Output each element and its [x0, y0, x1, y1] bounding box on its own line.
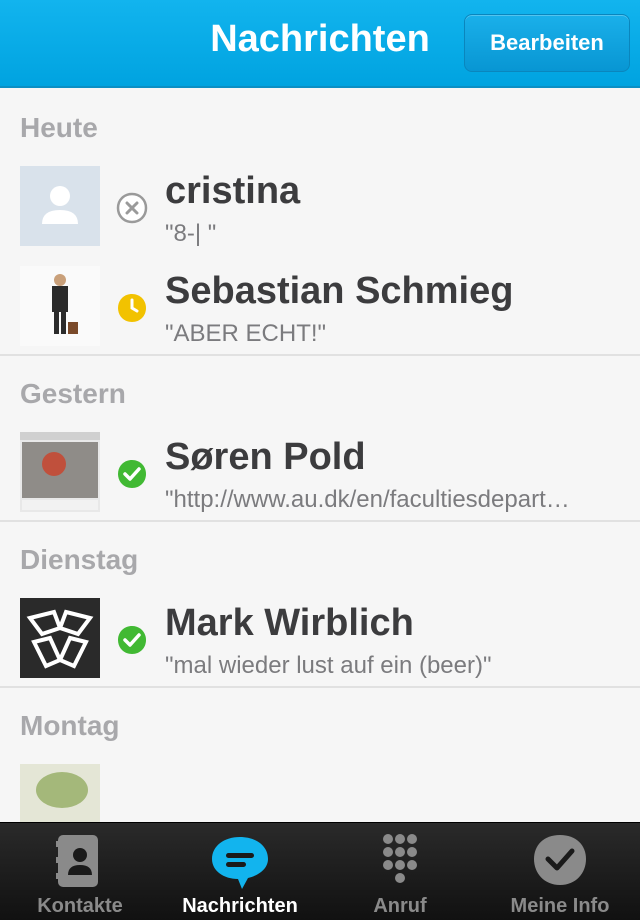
section-header: Heute: [20, 112, 98, 143]
last-message: "http://www.au.dk/en/facultiesdepart…: [165, 486, 570, 513]
online-status-icon: [118, 460, 146, 488]
conversation-row-mark-wirblich[interactable]: Mark Wirblich "mal wieder lust auf ein (…: [0, 586, 640, 686]
tab-label: Anruf: [373, 895, 427, 917]
avatar: [20, 166, 100, 246]
chat-bubble-icon: [212, 837, 268, 889]
tab-label: Meine Info: [510, 895, 610, 917]
section-header: Montag: [20, 710, 120, 741]
contact-name: Sebastian Schmieg: [165, 270, 514, 312]
conversation-row-soren-pold[interactable]: Søren Pold "http://www.au.dk/en/facultie…: [0, 420, 640, 520]
section-header: Gestern: [20, 378, 126, 409]
tab-contacts[interactable]: Kontakte: [0, 823, 160, 920]
contact-name: cristina: [165, 170, 301, 212]
contact-name: Søren Pold: [165, 436, 366, 478]
last-message: "8-| ": [165, 220, 217, 247]
photo-avatar: [20, 432, 100, 512]
avatar: [20, 598, 100, 678]
dialpad-icon: [383, 834, 417, 883]
nav-bar: Nachrichten Bearbeiten: [0, 0, 640, 88]
default-avatar-icon: [20, 166, 100, 246]
section-today: Heute cristina "8-| " Sebastian Schmieg …: [0, 90, 640, 354]
avatar: [20, 432, 100, 512]
conversation-row-cristina[interactable]: cristina "8-| ": [0, 154, 640, 254]
tab-messages[interactable]: Nachrichten: [160, 823, 320, 920]
photo-avatar: [20, 266, 100, 346]
edit-button[interactable]: Bearbeiten: [464, 14, 630, 72]
tab-call[interactable]: Anruf: [320, 823, 480, 920]
tab-label: Kontakte: [37, 895, 123, 917]
last-message: "mal wieder lust auf ein (beer)": [165, 652, 492, 679]
contacts-icon: [56, 835, 98, 887]
section-tuesday: Dienstag Mark Wirblich "mal wieder lust …: [0, 520, 640, 686]
section-header: Dienstag: [20, 544, 139, 575]
tab-my-info[interactable]: Meine Info: [480, 823, 640, 920]
last-message: "ABER ECHT!": [165, 320, 327, 347]
tab-label: Nachrichten: [182, 895, 298, 917]
offline-status-icon: [116, 192, 148, 224]
online-status-icon: [118, 626, 146, 654]
avatar: [20, 266, 100, 346]
section-yesterday: Gestern Søren Pold "http://www.au.dk/en/…: [0, 354, 640, 520]
tab-bar: Kontakte Nachrichten Anruf Meine Info: [0, 822, 640, 920]
away-status-icon: [118, 294, 146, 322]
logo-avatar: [20, 598, 100, 678]
conversation-list: Heute cristina "8-| " Sebastian Schmieg …: [0, 90, 640, 852]
my-info-icon: [534, 835, 586, 885]
contact-name: Mark Wirblich: [165, 602, 414, 644]
conversation-row-sebastian-schmieg[interactable]: Sebastian Schmieg "ABER ECHT!": [0, 254, 640, 354]
